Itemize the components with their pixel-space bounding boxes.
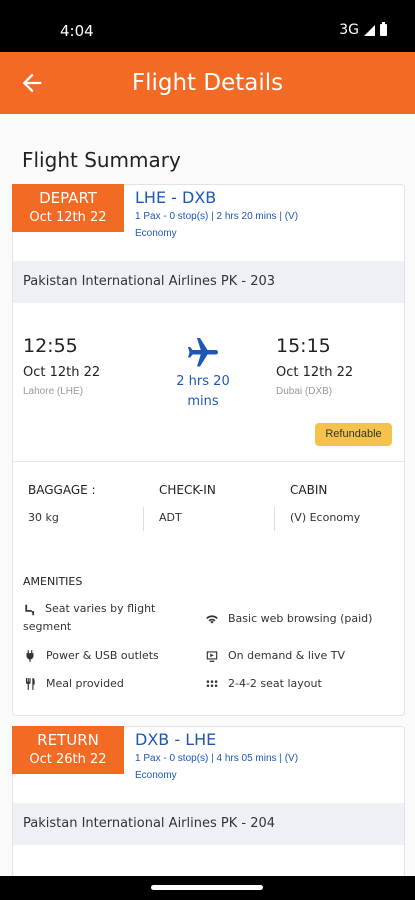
arrival-date: Oct 12th 22 — [276, 365, 354, 380]
return-tag: RETURN Oct 26th 22 — [12, 726, 124, 774]
home-gesture-handle[interactable] — [151, 885, 263, 890]
amenity-layout-text: 2-4-2 seat layout — [228, 677, 322, 690]
return-airline-name: Pakistan International Airlines PK - 204 — [23, 816, 276, 831]
amenity-tv-text: On demand & live TV — [228, 649, 345, 662]
network-type: 3G — [339, 22, 359, 38]
app-bar: Flight Details — [0, 52, 415, 114]
checkin-label: CHECK-IN — [159, 483, 216, 497]
flight-summary-title: Flight Summary — [22, 148, 181, 172]
amenities-heading: AMENITIES — [23, 575, 83, 588]
depart-flight-card: DEPART Oct 12th 22 LHE - DXB 1 Pax - 0 s… — [12, 184, 405, 716]
status-indicators: 3G — [339, 22, 387, 38]
divider — [13, 461, 404, 462]
depart-airline-band: Pakistan International Airlines PK - 203 — [13, 261, 404, 303]
flight-duration: 2 hrs 20 mins — [176, 374, 230, 409]
checkin-value: ADT — [159, 511, 182, 524]
status-time: 4:04 — [60, 22, 94, 40]
baggage-label: BAGGAGE : — [28, 483, 96, 497]
page-title: Flight Details — [131, 70, 284, 96]
return-airline-band: Pakistan International Airlines PK - 204 — [13, 803, 404, 845]
depart-airline-name: Pakistan International Airlines PK - 203 — [23, 274, 276, 289]
departure-city: Lahore (LHE) — [23, 386, 84, 397]
power-plug-icon — [26, 650, 34, 662]
divider — [274, 507, 275, 531]
departure-time: 12:55 — [23, 335, 78, 357]
amenity-meal-text: Meal provided — [46, 677, 124, 690]
wifi-icon — [206, 615, 218, 624]
seat-layout-icon — [206, 680, 218, 687]
meal-icon — [25, 678, 35, 690]
return-tag-date: Oct 26th 22 — [29, 752, 107, 767]
return-tag-label: RETURN — [37, 731, 99, 749]
battery-icon — [380, 22, 387, 36]
tv-icon — [206, 651, 218, 662]
return-route: DXB - LHE — [135, 730, 217, 749]
cabin-value: (V) Economy — [290, 511, 361, 524]
departure-date: Oct 12th 22 — [23, 365, 101, 380]
airplane-icon — [188, 338, 218, 367]
depart-tag-label: DEPART — [39, 189, 97, 207]
depart-route-meta: 1 Pax - 0 stop(s) | 2 hrs 20 mins | (V) — [135, 211, 299, 222]
depart-route: LHE - DXB — [135, 188, 217, 207]
cabin-label: CABIN — [290, 483, 328, 497]
status-bar: 4:04 3G — [0, 0, 415, 52]
flight-details-content[interactable]: Flight Summary DEPART Oct 12th 22 LHE - … — [0, 114, 415, 876]
return-class: Economy — [135, 770, 177, 781]
arrival-city: Dubai (DXB) — [276, 386, 333, 397]
return-route-meta: 1 Pax - 0 stop(s) | 4 hrs 05 mins | (V) — [135, 753, 299, 764]
system-nav-bar — [0, 876, 415, 900]
refundable-badge: Refundable — [315, 423, 392, 446]
amenity-seat-text: Seat varies by flight segment — [23, 602, 156, 633]
depart-class: Economy — [135, 228, 177, 239]
amenity-power-text: Power & USB outlets — [46, 649, 159, 662]
depart-tag: DEPART Oct 12th 22 — [12, 184, 124, 232]
depart-tag-date: Oct 12th 22 — [29, 210, 107, 225]
arrival-time: 15:15 — [276, 335, 331, 357]
divider — [143, 507, 144, 531]
amenity-wifi-text: Basic web browsing (paid) — [228, 612, 373, 625]
signal-icon — [364, 24, 375, 36]
return-flight-card: RETURN Oct 26th 22 DXB - LHE 1 Pax - 0 s… — [12, 726, 405, 876]
baggage-value: 30 kg — [28, 511, 59, 524]
